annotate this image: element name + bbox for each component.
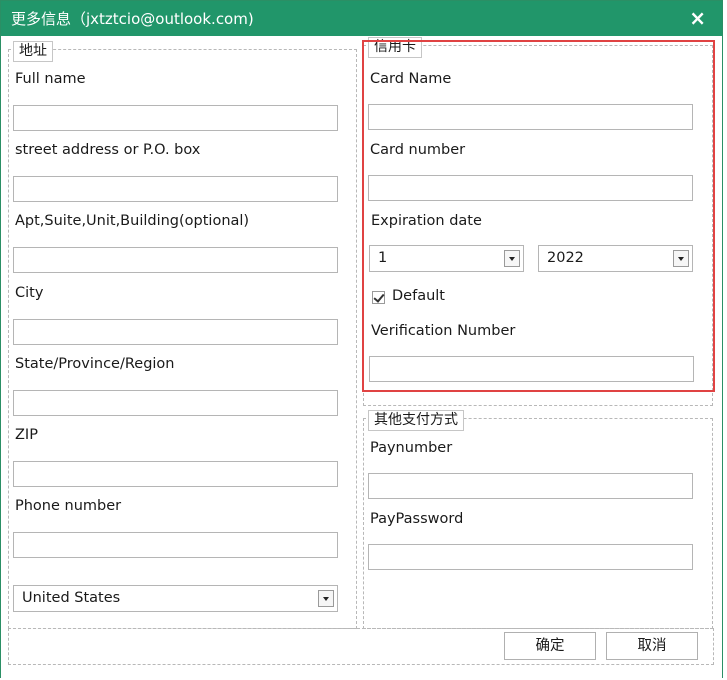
full-name-label: Full name (15, 71, 86, 87)
zip-field[interactable] (13, 461, 338, 487)
other-payment-legend: 其他支付方式 (368, 410, 464, 431)
country-select-value: United States (22, 590, 121, 606)
phone-label: Phone number (15, 498, 122, 514)
title-bar: 更多信息（jxtztcio@outlook.com) × (1, 1, 722, 36)
paypassword-field[interactable] (368, 544, 693, 570)
close-icon[interactable]: × (689, 6, 706, 30)
window-title: 更多信息（jxtztcio@outlook.com) (11, 10, 254, 28)
country-select[interactable]: United States (13, 585, 338, 612)
other-payment-group: 其他支付方式 Paynumber PayPassword (363, 410, 713, 629)
zip-label: ZIP (15, 427, 38, 443)
apt-label: Apt,Suite,Unit,Building(optional) (15, 213, 250, 229)
address-legend: 地址 (13, 41, 53, 62)
phone-field[interactable] (13, 532, 338, 558)
state-label: State/Province/Region (15, 356, 175, 372)
street-label: street address or P.O. box (15, 142, 201, 158)
cancel-button[interactable]: 取消 (606, 632, 698, 660)
full-name-field[interactable] (13, 105, 338, 131)
street-field[interactable] (13, 176, 338, 202)
button-bar: 确定 取消 (8, 628, 714, 665)
chevron-down-icon[interactable] (318, 590, 334, 607)
highlight-frame (362, 40, 715, 392)
apt-field[interactable] (13, 247, 338, 273)
paypassword-label: PayPassword (370, 511, 464, 527)
ok-button[interactable]: 确定 (504, 632, 596, 660)
paynumber-label: Paynumber (370, 440, 453, 456)
city-label: City (15, 285, 44, 301)
dialog-window: 更多信息（jxtztcio@outlook.com) × 地址 Full nam… (0, 0, 723, 679)
paynumber-field[interactable] (368, 473, 693, 499)
state-field[interactable] (13, 390, 338, 416)
dialog-content: 地址 Full name street address or P.O. box … (1, 36, 722, 679)
address-group: 地址 Full name street address or P.O. box … (8, 41, 357, 629)
city-field[interactable] (13, 319, 338, 345)
